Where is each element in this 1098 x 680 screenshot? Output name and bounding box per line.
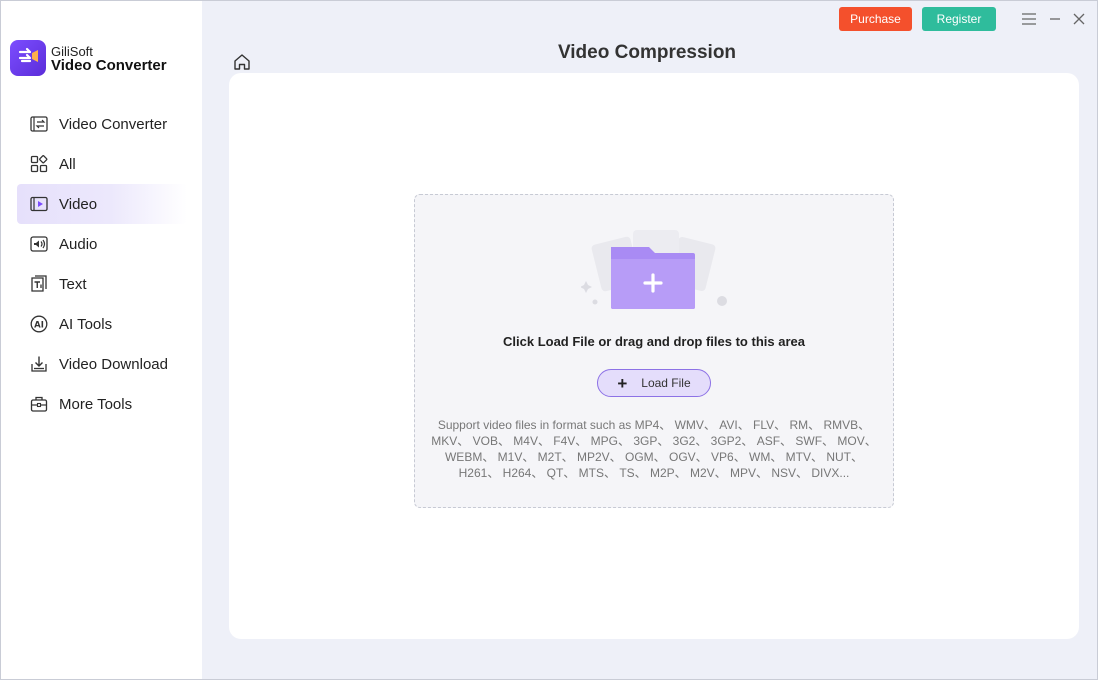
sidebar: GiliSoft Video Converter Video Converter… [1, 1, 202, 679]
page-title: Video Compression [557, 42, 737, 63]
text-icon [30, 275, 48, 293]
sidebar-item-label: Video [59, 195, 98, 213]
sidebar-item-video-converter[interactable]: Video Converter [17, 104, 187, 144]
menu-icon[interactable] [1020, 10, 1038, 28]
file-dropzone[interactable]: Click Load File or drag and drop files t… [414, 194, 894, 508]
purchase-button[interactable]: Purchase [839, 7, 912, 31]
drop-hint-text: Click Load File or drag and drop files t… [503, 334, 805, 349]
close-icon[interactable] [1070, 10, 1088, 28]
audio-icon [30, 235, 48, 253]
app-window: GiliSoft Video Converter Video Converter… [0, 0, 1098, 680]
load-file-label: Load File [641, 376, 691, 390]
toolbox-icon [30, 395, 48, 413]
video-icon [30, 195, 48, 213]
sidebar-item-label: Audio [59, 235, 98, 253]
sidebar-item-all[interactable]: All [17, 144, 187, 184]
ai-icon: AI [30, 315, 48, 333]
plus-icon: + [617, 373, 628, 393]
svg-text:AI: AI [34, 320, 44, 330]
sidebar-item-label: All [59, 155, 76, 173]
video-converter-icon [30, 115, 48, 133]
add-folder-icon [580, 225, 731, 315]
sidebar-nav: Video Converter All Video Audio Text AI … [17, 104, 187, 424]
sidebar-item-audio[interactable]: Audio [17, 224, 187, 264]
grid-icon [30, 155, 48, 173]
sidebar-item-more-tools[interactable]: More Tools [17, 384, 187, 424]
download-icon [30, 355, 48, 373]
load-file-button[interactable]: + Load File [597, 369, 711, 397]
sidebar-item-ai-tools[interactable]: AI AI Tools [17, 304, 187, 344]
supported-formats-text: Support video files in format such as MP… [431, 418, 877, 480]
sidebar-item-label: Video Converter [59, 115, 168, 133]
sidebar-item-label: More Tools [59, 395, 133, 413]
sidebar-item-video-download[interactable]: Video Download [17, 344, 187, 384]
sidebar-item-text[interactable]: Text [17, 264, 187, 304]
sidebar-item-label: Text [59, 275, 87, 293]
sidebar-item-label: AI Tools [59, 315, 113, 333]
register-button[interactable]: Register [922, 7, 996, 31]
main-panel: Click Load File or drag and drop files t… [229, 73, 1079, 639]
minimize-icon[interactable] [1046, 10, 1064, 28]
sidebar-item-video[interactable]: Video [17, 184, 187, 224]
sidebar-item-label: Video Download [59, 355, 168, 373]
